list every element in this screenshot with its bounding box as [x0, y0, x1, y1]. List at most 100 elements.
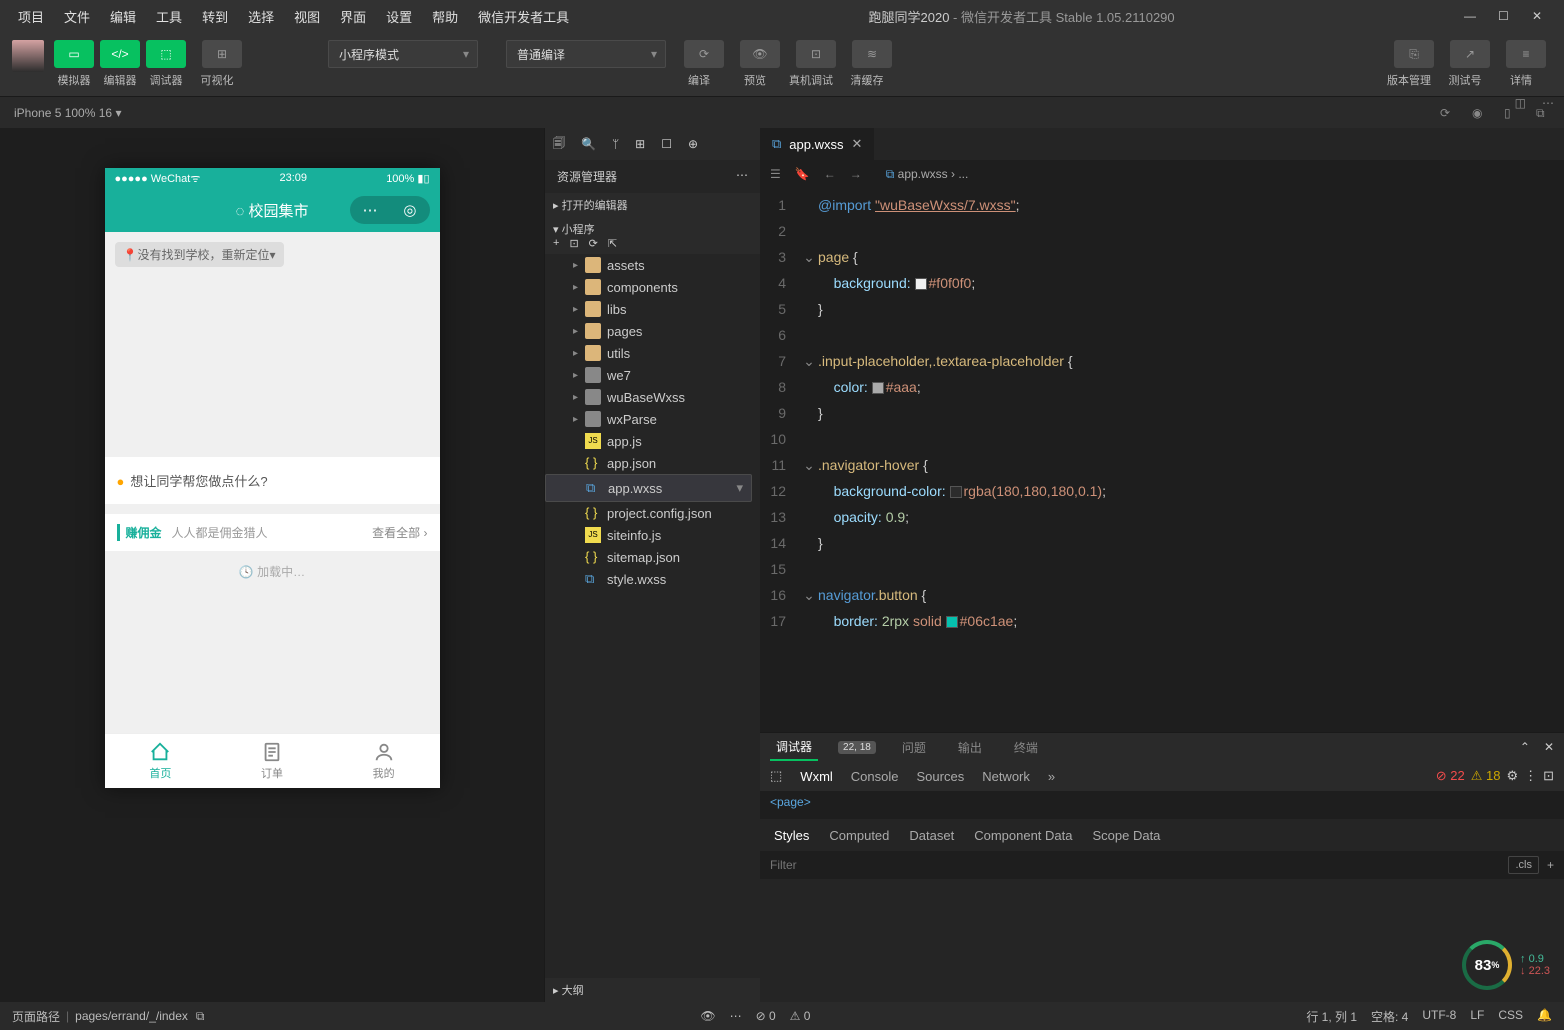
- new-file-icon[interactable]: +: [553, 237, 559, 250]
- folder-libs[interactable]: ▸libs: [545, 298, 760, 320]
- indent-info[interactable]: 空格: 4: [1371, 1008, 1408, 1025]
- menu-settings[interactable]: 设置: [376, 7, 422, 26]
- files-icon[interactable]: 🗐: [553, 134, 565, 155]
- open-editors-section[interactable]: ▸ 打开的编辑器: [545, 193, 760, 217]
- refresh-tree-icon[interactable]: ⟳: [589, 237, 598, 250]
- code-editor[interactable]: 1@import "wuBaseWxss/7.wxss"; 2 3⌄page {…: [760, 188, 1564, 732]
- clear-cache-button[interactable]: ≋: [852, 40, 892, 68]
- scopedata-tab[interactable]: Scope Data: [1092, 828, 1160, 843]
- gear-icon[interactable]: ⚙: [1506, 768, 1518, 784]
- editor-button[interactable]: </>: [100, 40, 140, 68]
- cursor-position[interactable]: 行 1, 列 1: [1306, 1008, 1357, 1025]
- search-icon[interactable]: 🔍: [581, 137, 596, 151]
- encoding[interactable]: UTF-8: [1422, 1008, 1456, 1025]
- add-style-icon[interactable]: +: [1547, 858, 1554, 872]
- simulator-button[interactable]: ▭: [54, 40, 94, 68]
- devtool-more[interactable]: »: [1048, 769, 1055, 784]
- box-icon[interactable]: ☐: [661, 137, 672, 151]
- capsule-button[interactable]: ⋯◎: [350, 196, 430, 224]
- menu-goto[interactable]: 转到: [192, 7, 238, 26]
- tab-output[interactable]: 输出: [952, 735, 988, 760]
- remote-debug-button[interactable]: ⊡: [796, 40, 836, 68]
- chevron-up-icon[interactable]: ⌃: [1520, 740, 1530, 754]
- menu-project[interactable]: 项目: [8, 7, 54, 26]
- dock-icon[interactable]: ⊡: [1543, 768, 1554, 784]
- error-count[interactable]: ⊘ 22: [1436, 768, 1465, 784]
- prompt-card[interactable]: ●想让同学帮您做点什么?: [105, 457, 440, 504]
- page-path[interactable]: pages/errand/_/index: [75, 1009, 188, 1023]
- more-bottom-icon[interactable]: ⋯: [730, 1009, 742, 1023]
- tab-home[interactable]: 首页: [105, 734, 217, 788]
- performance-widget[interactable]: 83% ↑ 0.9↓ 22.3: [1462, 940, 1550, 990]
- folder-components[interactable]: ▸components: [545, 276, 760, 298]
- folder-wxparse[interactable]: ▸wxParse: [545, 408, 760, 430]
- computed-tab[interactable]: Computed: [829, 828, 889, 843]
- file-appjs[interactable]: JSapp.js: [545, 430, 760, 452]
- bell-icon[interactable]: 🔔: [1537, 1008, 1552, 1025]
- close-icon[interactable]: ✕: [1532, 9, 1546, 23]
- file-tab[interactable]: ⧉app.wxss✕: [760, 128, 874, 160]
- toggle-panel-icon[interactable]: ☰: [770, 167, 781, 181]
- folder-utils[interactable]: ▸utils: [545, 342, 760, 364]
- branch-icon[interactable]: ᛘ: [612, 137, 619, 151]
- copy-icon[interactable]: ⧉: [196, 1009, 205, 1024]
- dom-path[interactable]: <page>: [760, 791, 1564, 819]
- file-siteinfo[interactable]: JSsiteinfo.js: [545, 524, 760, 546]
- extensions-icon[interactable]: ⊞: [635, 137, 645, 151]
- nav-fwd-icon[interactable]: →: [850, 167, 862, 181]
- status-warnings[interactable]: ⚠ 0: [790, 1009, 811, 1023]
- cls-toggle[interactable]: .cls: [1508, 856, 1539, 874]
- warn-count[interactable]: ⚠ 18: [1471, 768, 1501, 784]
- device-selector[interactable]: iPhone 5 100% 16 ▾: [14, 106, 121, 120]
- file-sitemap[interactable]: { }sitemap.json: [545, 546, 760, 568]
- panel-close-icon[interactable]: ✕: [1544, 740, 1554, 754]
- new-folder-icon[interactable]: ⊡: [569, 237, 578, 250]
- editor-more-icon[interactable]: ⋯: [1542, 96, 1554, 110]
- tab-debugger[interactable]: 调试器: [770, 734, 818, 761]
- maximize-icon[interactable]: ☐: [1498, 9, 1512, 23]
- split-editor-icon[interactable]: ◫: [1515, 96, 1526, 110]
- menu-select[interactable]: 选择: [238, 7, 284, 26]
- status-errors[interactable]: ⊘ 0: [756, 1009, 776, 1023]
- avatar[interactable]: [12, 40, 44, 72]
- visual-button[interactable]: ⊞: [202, 40, 242, 68]
- style-filter-input[interactable]: [770, 858, 1508, 872]
- refresh-icon[interactable]: ⟳: [1440, 106, 1454, 120]
- file-appjson[interactable]: { }app.json: [545, 452, 760, 474]
- commission-card[interactable]: 赚佣金 人人都是佣金猎人 查看全部 ›: [105, 514, 440, 551]
- styles-tab[interactable]: Styles: [774, 828, 809, 843]
- more-icon[interactable]: ⋯: [736, 168, 748, 185]
- folder-pages[interactable]: ▸pages: [545, 320, 760, 342]
- file-stylewxss[interactable]: ⧉style.wxss: [545, 568, 760, 590]
- robot-icon[interactable]: ⊕: [688, 137, 698, 151]
- test-account-button[interactable]: ↗: [1450, 40, 1490, 68]
- devtool-network[interactable]: Network: [982, 769, 1030, 784]
- file-projectconfig[interactable]: { }project.config.json: [545, 502, 760, 524]
- mode-select[interactable]: 小程序模式: [328, 40, 478, 68]
- menu-help[interactable]: 帮助: [422, 7, 468, 26]
- tab-problems[interactable]: 问题: [896, 735, 932, 760]
- menu-tools[interactable]: 工具: [146, 7, 192, 26]
- location-chip[interactable]: 📍 没有找到学校，重新定位 ▾: [115, 242, 284, 267]
- dataset-tab[interactable]: Dataset: [909, 828, 954, 843]
- menu-file[interactable]: 文件: [54, 7, 100, 26]
- debugger-button[interactable]: ⬚: [146, 40, 186, 68]
- compile-select[interactable]: 普通编译: [506, 40, 666, 68]
- menu-devtools[interactable]: 微信开发者工具: [468, 7, 579, 26]
- menu-interface[interactable]: 界面: [330, 7, 376, 26]
- folder-wubasewxss[interactable]: ▸wuBaseWxss: [545, 386, 760, 408]
- file-appwxss[interactable]: ⧉app.wxss: [545, 474, 752, 502]
- tab-mine[interactable]: 我的: [328, 734, 440, 788]
- folder-assets[interactable]: ▸assets: [545, 254, 760, 276]
- language-mode[interactable]: CSS: [1498, 1008, 1523, 1025]
- version-button[interactable]: ⎘: [1394, 40, 1434, 68]
- devtool-sources[interactable]: Sources: [917, 769, 965, 784]
- minimize-icon[interactable]: —: [1464, 9, 1478, 23]
- breadcrumb[interactable]: ⧉ app.wxss › ...: [886, 167, 969, 182]
- tab-terminal[interactable]: 终端: [1008, 735, 1044, 760]
- details-button[interactable]: ≡: [1506, 40, 1546, 68]
- devtool-wxml[interactable]: Wxml: [800, 769, 833, 784]
- bookmark-icon[interactable]: 🔖: [795, 167, 810, 181]
- preview-button[interactable]: 👁: [740, 40, 780, 68]
- tab-orders[interactable]: 订单: [216, 734, 328, 788]
